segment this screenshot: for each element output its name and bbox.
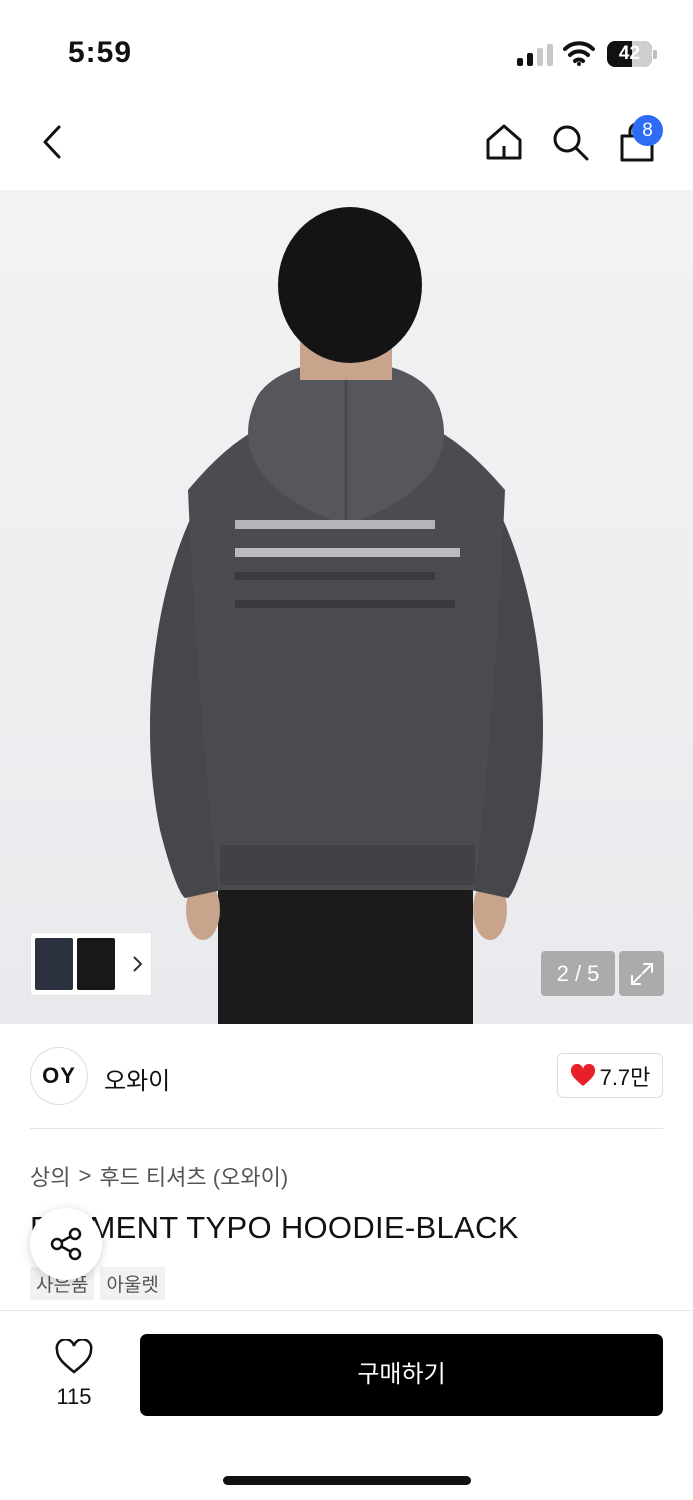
brand-name[interactable]: 오와이: [104, 1061, 170, 1096]
wifi-icon: [563, 41, 595, 66]
status-bar: 5:59 42: [0, 0, 693, 100]
tag-outlet: 아울렛: [100, 1267, 165, 1300]
cart-count-badge: 8: [632, 115, 663, 146]
product-photo: [149, 207, 544, 1024]
search-button[interactable]: [548, 120, 592, 164]
home-indicator[interactable]: [223, 1476, 471, 1485]
back-button[interactable]: [30, 120, 74, 164]
heart-icon: [570, 1063, 595, 1086]
wish-count: 115: [56, 1384, 92, 1409]
expand-icon: [630, 962, 653, 985]
breadcrumb: 상의 > 후드 티셔츠 (오와이): [30, 1160, 288, 1192]
bottom-action-bar: 115 구매하기: [0, 1310, 693, 1500]
thumbnail[interactable]: [35, 938, 73, 990]
breadcrumb-subcategory[interactable]: 후드 티셔츠 (오와이): [99, 1160, 288, 1192]
product-title: ELEMENT TYPO HOODIE-BLACK: [30, 1210, 519, 1245]
share-button[interactable]: [30, 1208, 102, 1280]
brand-like-button[interactable]: 7.7만: [557, 1053, 663, 1098]
wish-button[interactable]: 115: [44, 1338, 104, 1410]
breadcrumb-separator: >: [78, 1163, 92, 1188]
chevron-right-icon: [133, 956, 143, 972]
breadcrumb-category[interactable]: 상의: [30, 1160, 70, 1192]
thumbnail[interactable]: [77, 938, 115, 990]
battery-level: 42: [618, 43, 641, 64]
thumbnail-strip[interactable]: [30, 932, 152, 996]
signal-icon: [517, 44, 555, 66]
divider: [30, 1128, 663, 1129]
brand-row[interactable]: OY 오와이 7.7만: [30, 1045, 663, 1107]
image-counter: 2 / 5: [541, 951, 615, 996]
status-time: 5:59: [68, 36, 133, 69]
home-icon: [486, 124, 522, 160]
heart-icon: [55, 1338, 93, 1374]
product-image[interactable]: [0, 190, 693, 1024]
buy-button[interactable]: 구매하기: [140, 1334, 663, 1416]
battery-icon: 42: [607, 41, 657, 67]
expand-button[interactable]: [619, 951, 664, 996]
home-button[interactable]: [482, 120, 526, 164]
brand-logo[interactable]: OY: [30, 1047, 88, 1105]
share-icon: [50, 1227, 82, 1261]
back-icon: [43, 125, 61, 159]
top-nav: [0, 105, 693, 175]
search-icon: [553, 125, 589, 161]
brand-like-count: 7.7만: [599, 1064, 651, 1090]
product-title-container: ELEMENT TYPO HOODIE-BLACK: [30, 1210, 663, 1252]
